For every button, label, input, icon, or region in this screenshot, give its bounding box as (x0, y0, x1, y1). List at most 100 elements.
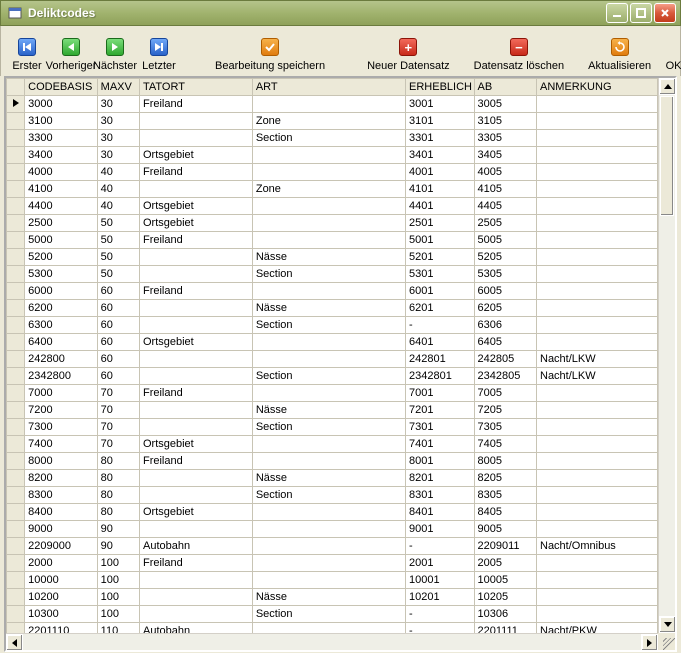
row-selector[interactable] (7, 351, 25, 368)
cell-art[interactable]: Section (252, 130, 405, 147)
cell-erheblich[interactable]: 5301 (406, 266, 475, 283)
cell-erheblich[interactable]: 3301 (406, 130, 475, 147)
cell-ab[interactable]: 2505 (474, 215, 536, 232)
cell-art[interactable] (252, 283, 405, 300)
row-selector[interactable] (7, 368, 25, 385)
first-record-button[interactable]: Erster (5, 32, 49, 72)
cell-ab[interactable]: 3305 (474, 130, 536, 147)
cell-codebasis[interactable]: 2000 (25, 555, 98, 572)
cell-art[interactable]: Zone (252, 113, 405, 130)
cell-maxv[interactable]: 50 (97, 232, 139, 249)
cell-maxv[interactable]: 100 (97, 589, 139, 606)
cell-maxv[interactable]: 30 (97, 96, 139, 113)
cell-maxv[interactable]: 50 (97, 215, 139, 232)
table-row[interactable]: 400040Freiland40014005 (7, 164, 658, 181)
cell-tatort[interactable]: Freiland (139, 283, 252, 300)
cell-tatort[interactable]: Ortsgebiet (139, 198, 252, 215)
cell-anmerkung[interactable] (537, 317, 658, 334)
cell-art[interactable]: Nässe (252, 402, 405, 419)
cell-art[interactable] (252, 538, 405, 555)
table-row[interactable]: 234280060Section23428012342805Nacht/LKW (7, 368, 658, 385)
table-row[interactable]: 800080Freiland80018005 (7, 453, 658, 470)
cell-art[interactable] (252, 504, 405, 521)
vertical-scrollbar[interactable] (658, 78, 675, 633)
row-selector[interactable] (7, 402, 25, 419)
cell-erheblich[interactable]: - (406, 317, 475, 334)
scroll-right-button[interactable] (641, 634, 658, 651)
row-selector[interactable] (7, 555, 25, 572)
cell-codebasis[interactable]: 8200 (25, 470, 98, 487)
cell-art[interactable] (252, 453, 405, 470)
cell-art[interactable]: Nässe (252, 589, 405, 606)
cell-art[interactable]: Nässe (252, 470, 405, 487)
cell-ab[interactable]: 8305 (474, 487, 536, 504)
cell-ab[interactable]: 4105 (474, 181, 536, 198)
table-row[interactable]: 630060Section-6306 (7, 317, 658, 334)
row-selector[interactable] (7, 283, 25, 300)
cell-art[interactable] (252, 147, 405, 164)
cell-codebasis[interactable]: 4400 (25, 198, 98, 215)
cell-codebasis[interactable]: 8000 (25, 453, 98, 470)
horizontal-scrollbar[interactable] (6, 633, 658, 650)
cell-ab[interactable]: 6005 (474, 283, 536, 300)
cell-codebasis[interactable]: 10000 (25, 572, 98, 589)
cell-ab[interactable]: 7205 (474, 402, 536, 419)
cell-anmerkung[interactable] (537, 113, 658, 130)
cell-tatort[interactable] (139, 249, 252, 266)
cell-anmerkung[interactable] (537, 572, 658, 589)
table-row[interactable]: 820080Nässe82018205 (7, 470, 658, 487)
table-row[interactable]: 620060Nässe62016205 (7, 300, 658, 317)
cell-anmerkung[interactable] (537, 402, 658, 419)
cell-anmerkung[interactable] (537, 419, 658, 436)
cell-erheblich[interactable]: 3001 (406, 96, 475, 113)
cell-tatort[interactable]: Freiland (139, 453, 252, 470)
row-selector[interactable] (7, 538, 25, 555)
cell-erheblich[interactable]: 2342801 (406, 368, 475, 385)
cell-maxv[interactable]: 80 (97, 504, 139, 521)
cell-codebasis[interactable]: 7200 (25, 402, 98, 419)
cell-codebasis[interactable]: 242800 (25, 351, 98, 368)
table-row[interactable]: 24280060242801242805Nacht/LKW (7, 351, 658, 368)
cell-art[interactable]: Section (252, 487, 405, 504)
cell-ab[interactable]: 8005 (474, 453, 536, 470)
cell-tatort[interactable] (139, 487, 252, 504)
row-selector[interactable] (7, 198, 25, 215)
table-row[interactable]: 440040Ortsgebiet44014405 (7, 198, 658, 215)
row-selector[interactable] (7, 436, 25, 453)
row-selector[interactable] (7, 130, 25, 147)
cell-erheblich[interactable]: 5201 (406, 249, 475, 266)
cell-art[interactable]: Section (252, 317, 405, 334)
table-row[interactable]: 90009090019005 (7, 521, 658, 538)
cell-anmerkung[interactable] (537, 555, 658, 572)
row-selector[interactable] (7, 164, 25, 181)
cell-codebasis[interactable]: 7300 (25, 419, 98, 436)
cell-erheblich[interactable]: 5001 (406, 232, 475, 249)
cell-art[interactable]: Nässe (252, 249, 405, 266)
cell-art[interactable]: Nässe (252, 300, 405, 317)
table-row[interactable]: 310030Zone31013105 (7, 113, 658, 130)
table-row[interactable]: 2201110110Autobahn-2201111Nacht/PKW (7, 623, 658, 634)
cell-maxv[interactable]: 40 (97, 164, 139, 181)
cell-codebasis[interactable]: 5000 (25, 232, 98, 249)
cell-maxv[interactable]: 80 (97, 453, 139, 470)
cell-ab[interactable]: 4405 (474, 198, 536, 215)
cell-codebasis[interactable]: 6400 (25, 334, 98, 351)
cell-erheblich[interactable]: 2001 (406, 555, 475, 572)
cell-ab[interactable]: 6306 (474, 317, 536, 334)
table-row[interactable]: 220900090Autobahn-2209011Nacht/Omnibus (7, 538, 658, 555)
row-selector-header[interactable] (7, 79, 25, 96)
cell-tatort[interactable]: Autobahn (139, 623, 252, 634)
cell-tatort[interactable]: Autobahn (139, 538, 252, 555)
cell-art[interactable]: Section (252, 368, 405, 385)
cell-ab[interactable]: 2201111 (474, 623, 536, 634)
row-selector[interactable] (7, 419, 25, 436)
cell-anmerkung[interactable] (537, 147, 658, 164)
col-header-codebasis[interactable]: CODEBASIS (25, 79, 98, 96)
cell-maxv[interactable]: 70 (97, 402, 139, 419)
cell-ab[interactable]: 5205 (474, 249, 536, 266)
col-header-anmerkung[interactable]: ANMERKUNG (537, 79, 658, 96)
cell-maxv[interactable]: 70 (97, 385, 139, 402)
cell-maxv[interactable]: 60 (97, 300, 139, 317)
table-row[interactable]: 730070Section73017305 (7, 419, 658, 436)
cell-anmerkung[interactable]: Nacht/PKW (537, 623, 658, 634)
